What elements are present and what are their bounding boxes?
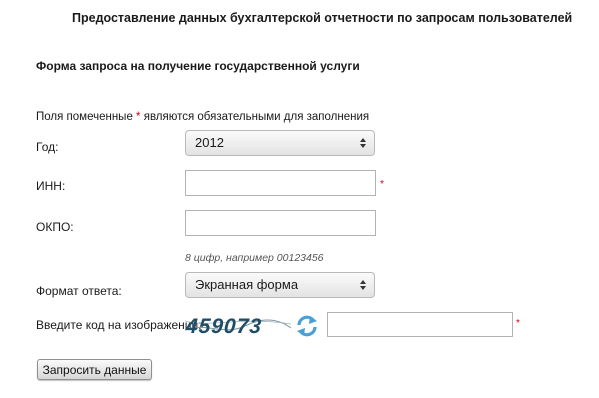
captcha-input[interactable]	[327, 312, 513, 337]
inn-required-star: *	[380, 179, 384, 190]
captcha-required-star: *	[516, 318, 520, 329]
year-label: Год:	[36, 140, 59, 154]
format-select[interactable]: Экранная форма	[185, 272, 375, 298]
okpo-input[interactable]	[185, 210, 376, 236]
refresh-captcha-icon[interactable]	[294, 313, 320, 339]
required-fields-note: Поля помеченные * являются обязательными…	[36, 111, 369, 123]
required-note-text-end: являются обязательными для заполнения	[140, 111, 370, 123]
select-arrows-icon	[360, 280, 367, 292]
page-title: Предоставление данных бухгалтерской отче…	[72, 11, 573, 25]
format-select-value: Экранная форма	[195, 277, 299, 292]
okpo-hint: 8 цифр, например 00123456	[185, 252, 324, 264]
required-note-text: Поля помеченные	[36, 111, 137, 123]
submit-request-button[interactable]: Запросить данные	[37, 359, 152, 380]
captcha-label: Введите код на изображении:	[36, 318, 202, 332]
year-select[interactable]: 2012	[185, 130, 375, 156]
form-title: Форма запроса на получение государственн…	[36, 59, 360, 73]
select-arrows-icon	[360, 138, 367, 150]
year-select-value: 2012	[195, 135, 224, 150]
inn-input[interactable]	[185, 170, 376, 196]
format-label: Формат ответа:	[36, 284, 122, 298]
captcha-image: 459073	[185, 312, 291, 338]
captcha-code-text: 459073	[185, 315, 263, 338]
inn-label: ИНН:	[36, 179, 66, 193]
okpo-label: ОКПО:	[36, 220, 74, 234]
